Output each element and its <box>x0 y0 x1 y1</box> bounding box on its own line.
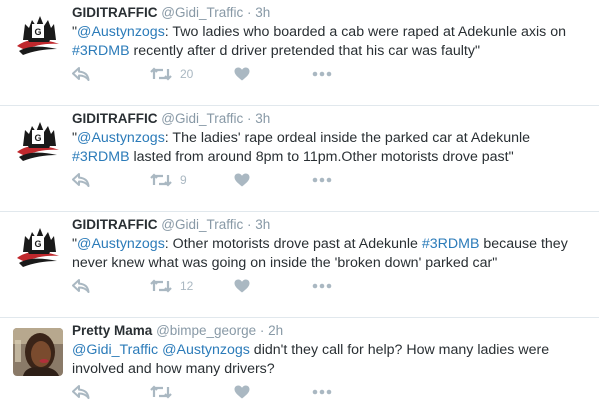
more-icon <box>312 71 332 77</box>
retweet-button[interactable] <box>150 382 180 402</box>
user-fullname[interactable]: GIDITRAFFIC <box>72 111 158 126</box>
tweet-content: GIDITRAFFIC @Gidi_Traffic · 3h "@Austynz… <box>72 110 587 167</box>
retweet-icon <box>150 67 172 81</box>
reply-icon <box>72 67 90 81</box>
tweet-text: "@Austynzogs: Two ladies who boarded a c… <box>72 23 587 61</box>
gidi-logo-icon: G <box>13 116 63 164</box>
mention-link[interactable]: @Austynzogs <box>77 130 165 146</box>
mention-link[interactable]: @Gidi_Traffic <box>72 342 158 358</box>
reply-icon <box>72 279 90 293</box>
reply-button[interactable] <box>72 170 90 190</box>
gidi-logo-icon: G <box>13 10 63 58</box>
retweet-icon <box>150 385 172 399</box>
retweet-button[interactable]: 9 <box>150 170 187 190</box>
hashtag-link[interactable]: #3RDMB <box>72 43 130 59</box>
text-run: : Two ladies who boarded a cab were rape… <box>164 24 566 40</box>
separator: · <box>247 111 252 126</box>
reply-button[interactable] <box>72 276 90 296</box>
user-photo-icon <box>13 328 63 376</box>
heart-icon <box>234 279 250 293</box>
tweet: G GIDITRAFFIC @Gidi_Traffic · 3h "@Austy… <box>0 106 599 212</box>
user-handle[interactable]: @Gidi_Traffic <box>161 217 243 232</box>
tweet-actions <box>72 382 372 402</box>
user-handle[interactable]: @Gidi_Traffic <box>161 5 243 20</box>
user-handle[interactable]: @bimpe_george <box>156 323 256 338</box>
user-handle[interactable]: @Gidi_Traffic <box>161 111 243 126</box>
tweet-header: GIDITRAFFIC @Gidi_Traffic · 3h <box>72 110 587 128</box>
tweet-actions: 9 <box>72 170 372 190</box>
tweet: G GIDITRAFFIC @Gidi_Traffic · 3h "@Austy… <box>0 0 599 106</box>
separator: · <box>247 217 252 232</box>
more-button[interactable] <box>312 276 332 296</box>
tweet-text: "@Austynzogs: The ladies' rape ordeal in… <box>72 129 587 167</box>
heart-icon <box>234 173 250 187</box>
more-icon <box>312 283 332 289</box>
text-run: : The ladies' rape ordeal inside the par… <box>164 130 531 146</box>
tweet-timestamp[interactable]: 2h <box>268 323 283 338</box>
more-button[interactable] <box>312 382 332 402</box>
tweet-text: "@Austynzogs: Other motorists drove past… <box>72 235 587 273</box>
avatar[interactable]: G <box>13 10 63 58</box>
gidi-logo-icon: G <box>13 222 63 270</box>
like-button[interactable] <box>234 170 250 190</box>
more-button[interactable] <box>312 64 332 84</box>
avatar[interactable] <box>13 328 63 376</box>
mention-link[interactable]: @Austynzogs <box>77 24 165 40</box>
user-fullname[interactable]: GIDITRAFFIC <box>72 5 158 20</box>
like-button[interactable] <box>234 382 250 402</box>
retweet-icon <box>150 279 172 293</box>
retweet-count: 9 <box>180 173 187 187</box>
heart-icon <box>234 67 250 81</box>
mention-link[interactable]: @Austynzogs <box>77 236 165 252</box>
user-fullname[interactable]: Pretty Mama <box>72 323 152 338</box>
hashtag-link[interactable]: #3RDMB <box>422 236 480 252</box>
text-run: : Other motorists drove past at Adekunle <box>164 236 422 252</box>
tweet-actions: 20 <box>72 64 372 84</box>
tweet-timestamp[interactable]: 3h <box>255 5 270 20</box>
more-icon <box>312 389 332 395</box>
reply-button[interactable] <box>72 64 90 84</box>
separator: · <box>247 5 252 20</box>
retweet-button[interactable]: 20 <box>150 64 193 84</box>
tweet: Pretty Mama @bimpe_george · 2h @Gidi_Tra… <box>0 318 599 410</box>
tweet-header: GIDITRAFFIC @Gidi_Traffic · 3h <box>72 216 587 234</box>
tweet-content: GIDITRAFFIC @Gidi_Traffic · 3h "@Austynz… <box>72 216 587 273</box>
retweet-count: 12 <box>180 279 194 293</box>
tweet-header: Pretty Mama @bimpe_george · 2h <box>72 322 587 340</box>
reply-button[interactable] <box>72 382 90 402</box>
timeline: G GIDITRAFFIC @Gidi_Traffic · 3h "@Austy… <box>0 0 599 410</box>
heart-icon <box>234 385 250 399</box>
text-run: recently after d driver pretended that h… <box>129 43 481 59</box>
svg-text:G: G <box>34 27 41 37</box>
tweet-header: GIDITRAFFIC @Gidi_Traffic · 3h <box>72 4 587 22</box>
reply-icon <box>72 173 90 187</box>
tweet-content: Pretty Mama @bimpe_george · 2h @Gidi_Tra… <box>72 322 587 379</box>
tweet-timestamp[interactable]: 3h <box>255 217 270 232</box>
tweet-text: @Gidi_Traffic @Austynzogs didn't they ca… <box>72 341 587 379</box>
user-fullname[interactable]: GIDITRAFFIC <box>72 217 158 232</box>
avatar[interactable]: G <box>13 116 63 164</box>
separator: · <box>259 323 265 338</box>
reply-icon <box>72 385 90 399</box>
tweet: G GIDITRAFFIC @Gidi_Traffic · 3h "@Austy… <box>0 212 599 318</box>
tweet-content: GIDITRAFFIC @Gidi_Traffic · 3h "@Austynz… <box>72 4 587 61</box>
mention-link[interactable]: @Austynzogs <box>162 342 250 358</box>
retweet-button[interactable]: 12 <box>150 276 193 296</box>
like-button[interactable] <box>234 276 250 296</box>
text-run: lasted from around 8pm to 11pm.Other mot… <box>129 149 514 165</box>
like-button[interactable] <box>234 64 250 84</box>
avatar[interactable]: G <box>13 222 63 270</box>
retweet-count: 20 <box>180 67 194 81</box>
more-icon <box>312 177 332 183</box>
tweet-timestamp[interactable]: 3h <box>255 111 270 126</box>
retweet-icon <box>150 173 172 187</box>
more-button[interactable] <box>312 170 332 190</box>
tweet-actions: 12 <box>72 276 372 296</box>
hashtag-link[interactable]: #3RDMB <box>72 149 130 165</box>
svg-text:G: G <box>34 239 41 249</box>
svg-text:G: G <box>34 133 41 143</box>
